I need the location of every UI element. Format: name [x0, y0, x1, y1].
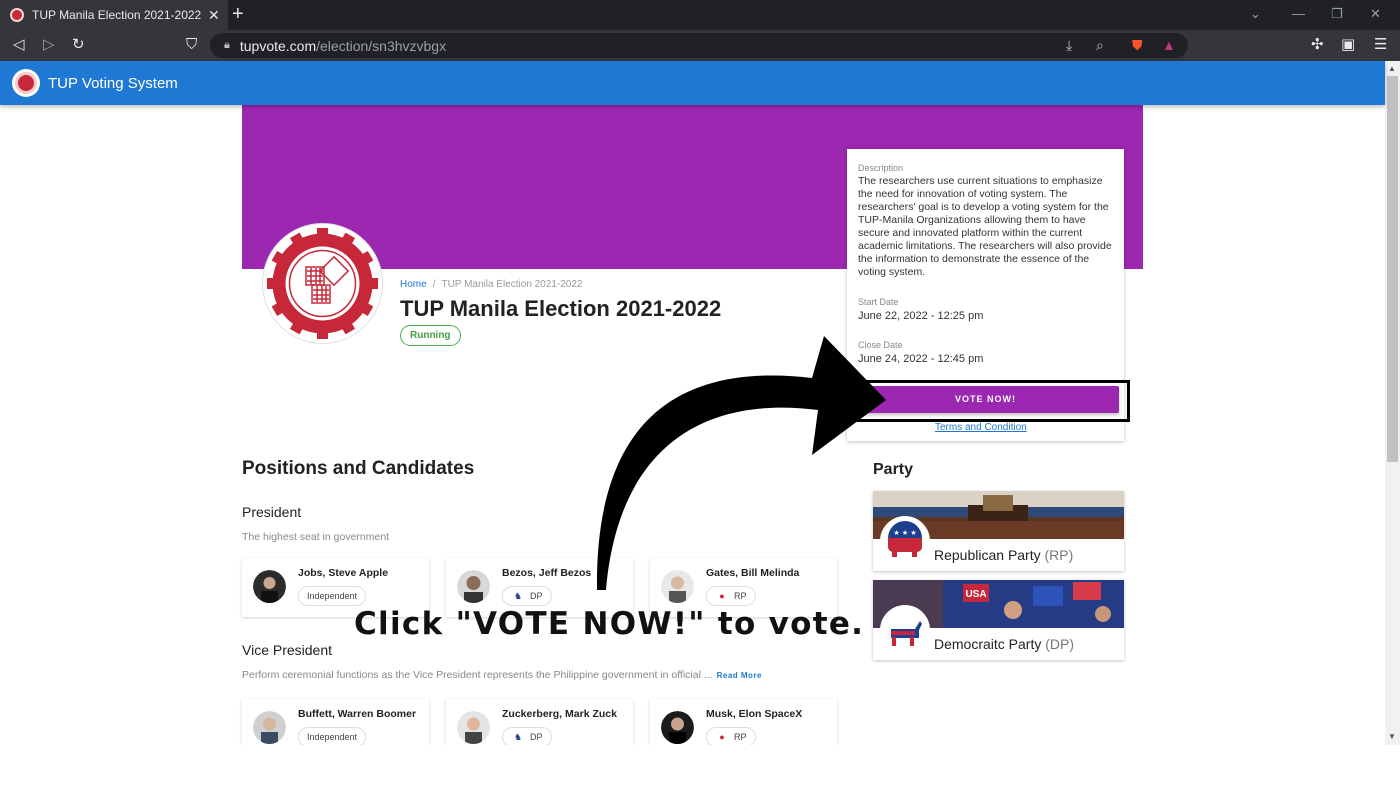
scroll-up-icon[interactable]: ▲ [1388, 64, 1396, 73]
candidate-avatar [253, 711, 286, 744]
candidate-name: Bezos, Jeff Bezos [502, 567, 592, 579]
brave-shield-icon[interactable]: ⛊ [1132, 37, 1143, 54]
candidate-name: Buffett, Warren Boomer [298, 708, 417, 720]
url-host: tupvote.com [239, 37, 317, 54]
party-name-text: Democraitc Party [934, 636, 1042, 652]
republican-elephant-icon: ★ ★ ★ [882, 518, 928, 564]
back-icon[interactable]: ◁ [13, 36, 25, 54]
close-date-label: Close Date [858, 340, 903, 350]
party-chip-label: DP [530, 732, 543, 742]
party-heading: Party [873, 461, 914, 478]
extensions-icon[interactable]: ✣ [1311, 36, 1324, 54]
description-text: The researchers use current situations t… [858, 175, 1112, 278]
party-name-text: Republican Party [934, 547, 1041, 563]
breadcrumb-separator: / [432, 279, 436, 290]
tup-favicon-icon [10, 8, 24, 22]
candidate-avatar [661, 711, 694, 744]
party-chip-label: Independent [307, 591, 358, 601]
candidate-name: Musk, Elon SpaceX [706, 708, 803, 720]
position-description-text: Perform ceremonial functions as the Vice… [242, 669, 713, 681]
browser-tab-strip: TUP Manila Election 2021-2022 | T ✕ + ⌄ … [0, 0, 1400, 30]
party-card-republican[interactable]: ★ ★ ★ Republican Party (RP) [873, 491, 1124, 571]
party-name: Republican Party (RP) [934, 547, 1073, 563]
party-chip-label: DP [530, 591, 543, 601]
party-chip-label: RP [734, 732, 747, 742]
lock-icon: 🔒︎ [224, 39, 230, 51]
candidate-avatar [457, 711, 490, 744]
party-abbr: (DP) [1045, 636, 1075, 652]
wallet-icon[interactable]: ▣ [1341, 36, 1355, 54]
app-name[interactable]: TUP Voting System [48, 75, 178, 92]
banner-sign-text: USA [965, 589, 986, 600]
below-viewport-area [0, 745, 1400, 800]
party-chip-label: Independent [307, 732, 358, 742]
status-badge: Running [400, 325, 461, 346]
tab-title: TUP Manila Election 2021-2022 | T [32, 8, 202, 22]
party-chip: ♞ DP [502, 586, 552, 606]
party-abbr: (RP) [1044, 547, 1074, 563]
donkey-icon: ♞ [513, 732, 523, 742]
candidate-avatar [457, 570, 490, 603]
read-more-link[interactable]: Read More [717, 671, 762, 680]
position-description-vice-president: Perform ceremonial functions as the Vice… [242, 669, 762, 681]
party-chip-label: RP [734, 591, 747, 601]
party-chip: Independent [298, 727, 367, 747]
minimize-icon[interactable]: — [1292, 6, 1305, 21]
reload-icon[interactable]: ↻ [72, 36, 85, 54]
candidate-name: Gates, Bill Melinda [706, 567, 800, 579]
breadcrumb-current: TUP Manila Election 2021-2022 [441, 279, 583, 290]
candidate-avatar [661, 570, 694, 603]
breadcrumb: Home / TUP Manila Election 2021-2022 [400, 279, 582, 290]
party-chip: ● RP [706, 727, 756, 747]
donkey-icon: ♞ [513, 591, 523, 601]
party-chip: Independent [298, 586, 367, 606]
browser-toolbar: ◁ ▷ ↻ ⛉ 🔒︎ tupvote.com/election/sn3hvzvb… [0, 30, 1400, 61]
app-bar: TUP Voting System [0, 61, 1385, 105]
bookmark-icon[interactable]: ⛉ [186, 36, 197, 54]
party-name: Democraitc Party (DP) [934, 636, 1074, 652]
position-description-president: The highest seat in government [242, 531, 390, 543]
terms-link[interactable]: Terms and Condition [935, 422, 1027, 433]
brave-rewards-icon[interactable]: ▲ [1162, 37, 1176, 53]
breadcrumb-home[interactable]: Home [400, 279, 427, 290]
tup-seal-logo [262, 223, 383, 344]
install-icon[interactable]: ⤓ [1066, 37, 1072, 54]
svg-text:★ ★ ★: ★ ★ ★ [893, 529, 916, 537]
menu-icon[interactable]: ☰ [1374, 36, 1387, 54]
browser-tab[interactable]: TUP Manila Election 2021-2022 | T ✕ [0, 0, 228, 30]
position-title-vice-president: Vice President [242, 642, 333, 658]
candidate-name: Jobs, Steve Apple [298, 567, 389, 579]
position-title-president: President [242, 504, 302, 520]
forward-icon[interactable]: ▷ [43, 36, 55, 54]
close-tab-icon[interactable]: ✕ [208, 7, 220, 24]
elephant-icon: ● [719, 732, 725, 742]
zoom-icon[interactable]: ⌕ [1096, 37, 1104, 54]
start-date-label: Start Date [858, 297, 899, 307]
candidate-avatar [253, 570, 286, 603]
close-window-icon[interactable]: ✕ [1370, 6, 1381, 22]
scroll-down-icon[interactable]: ▼ [1388, 732, 1396, 741]
url-path: /election/sn3hvzvbgx [316, 37, 447, 54]
democratic-donkey-icon [882, 607, 928, 653]
address-bar[interactable]: 🔒︎ tupvote.com/election/sn3hvzvbgx ⤓ ⌕ ⛊… [210, 33, 1188, 58]
close-date-value: June 24, 2022 - 12:45 pm [858, 353, 984, 365]
party-chip: ♞ DP [502, 727, 552, 747]
annotation-highlight-box [843, 380, 1130, 422]
restore-icon[interactable]: ❐ [1331, 6, 1343, 22]
candidate-name: Zuckerberg, Mark Zuck [502, 708, 617, 720]
annotation-caption: Click "VOTE NOW!" to vote. [354, 606, 865, 642]
party-card-democratic[interactable]: USA Democraitc Party (DP) [873, 580, 1124, 660]
start-date-value: June 22, 2022 - 12:25 pm [858, 310, 984, 322]
scrollbar-thumb[interactable] [1387, 76, 1398, 462]
new-tab-icon[interactable]: + [232, 3, 244, 26]
party-chip: ● RP [706, 586, 756, 606]
positions-heading: Positions and Candidates [242, 458, 475, 479]
scrollbar[interactable]: ▲ ▼ [1385, 61, 1400, 745]
elephant-icon: ● [719, 591, 725, 601]
tab-search-icon[interactable]: ⌄ [1250, 6, 1261, 22]
election-title: TUP Manila Election 2021-2022 [400, 296, 722, 321]
tup-logo-icon[interactable] [12, 69, 40, 97]
description-label: Description [858, 163, 904, 173]
